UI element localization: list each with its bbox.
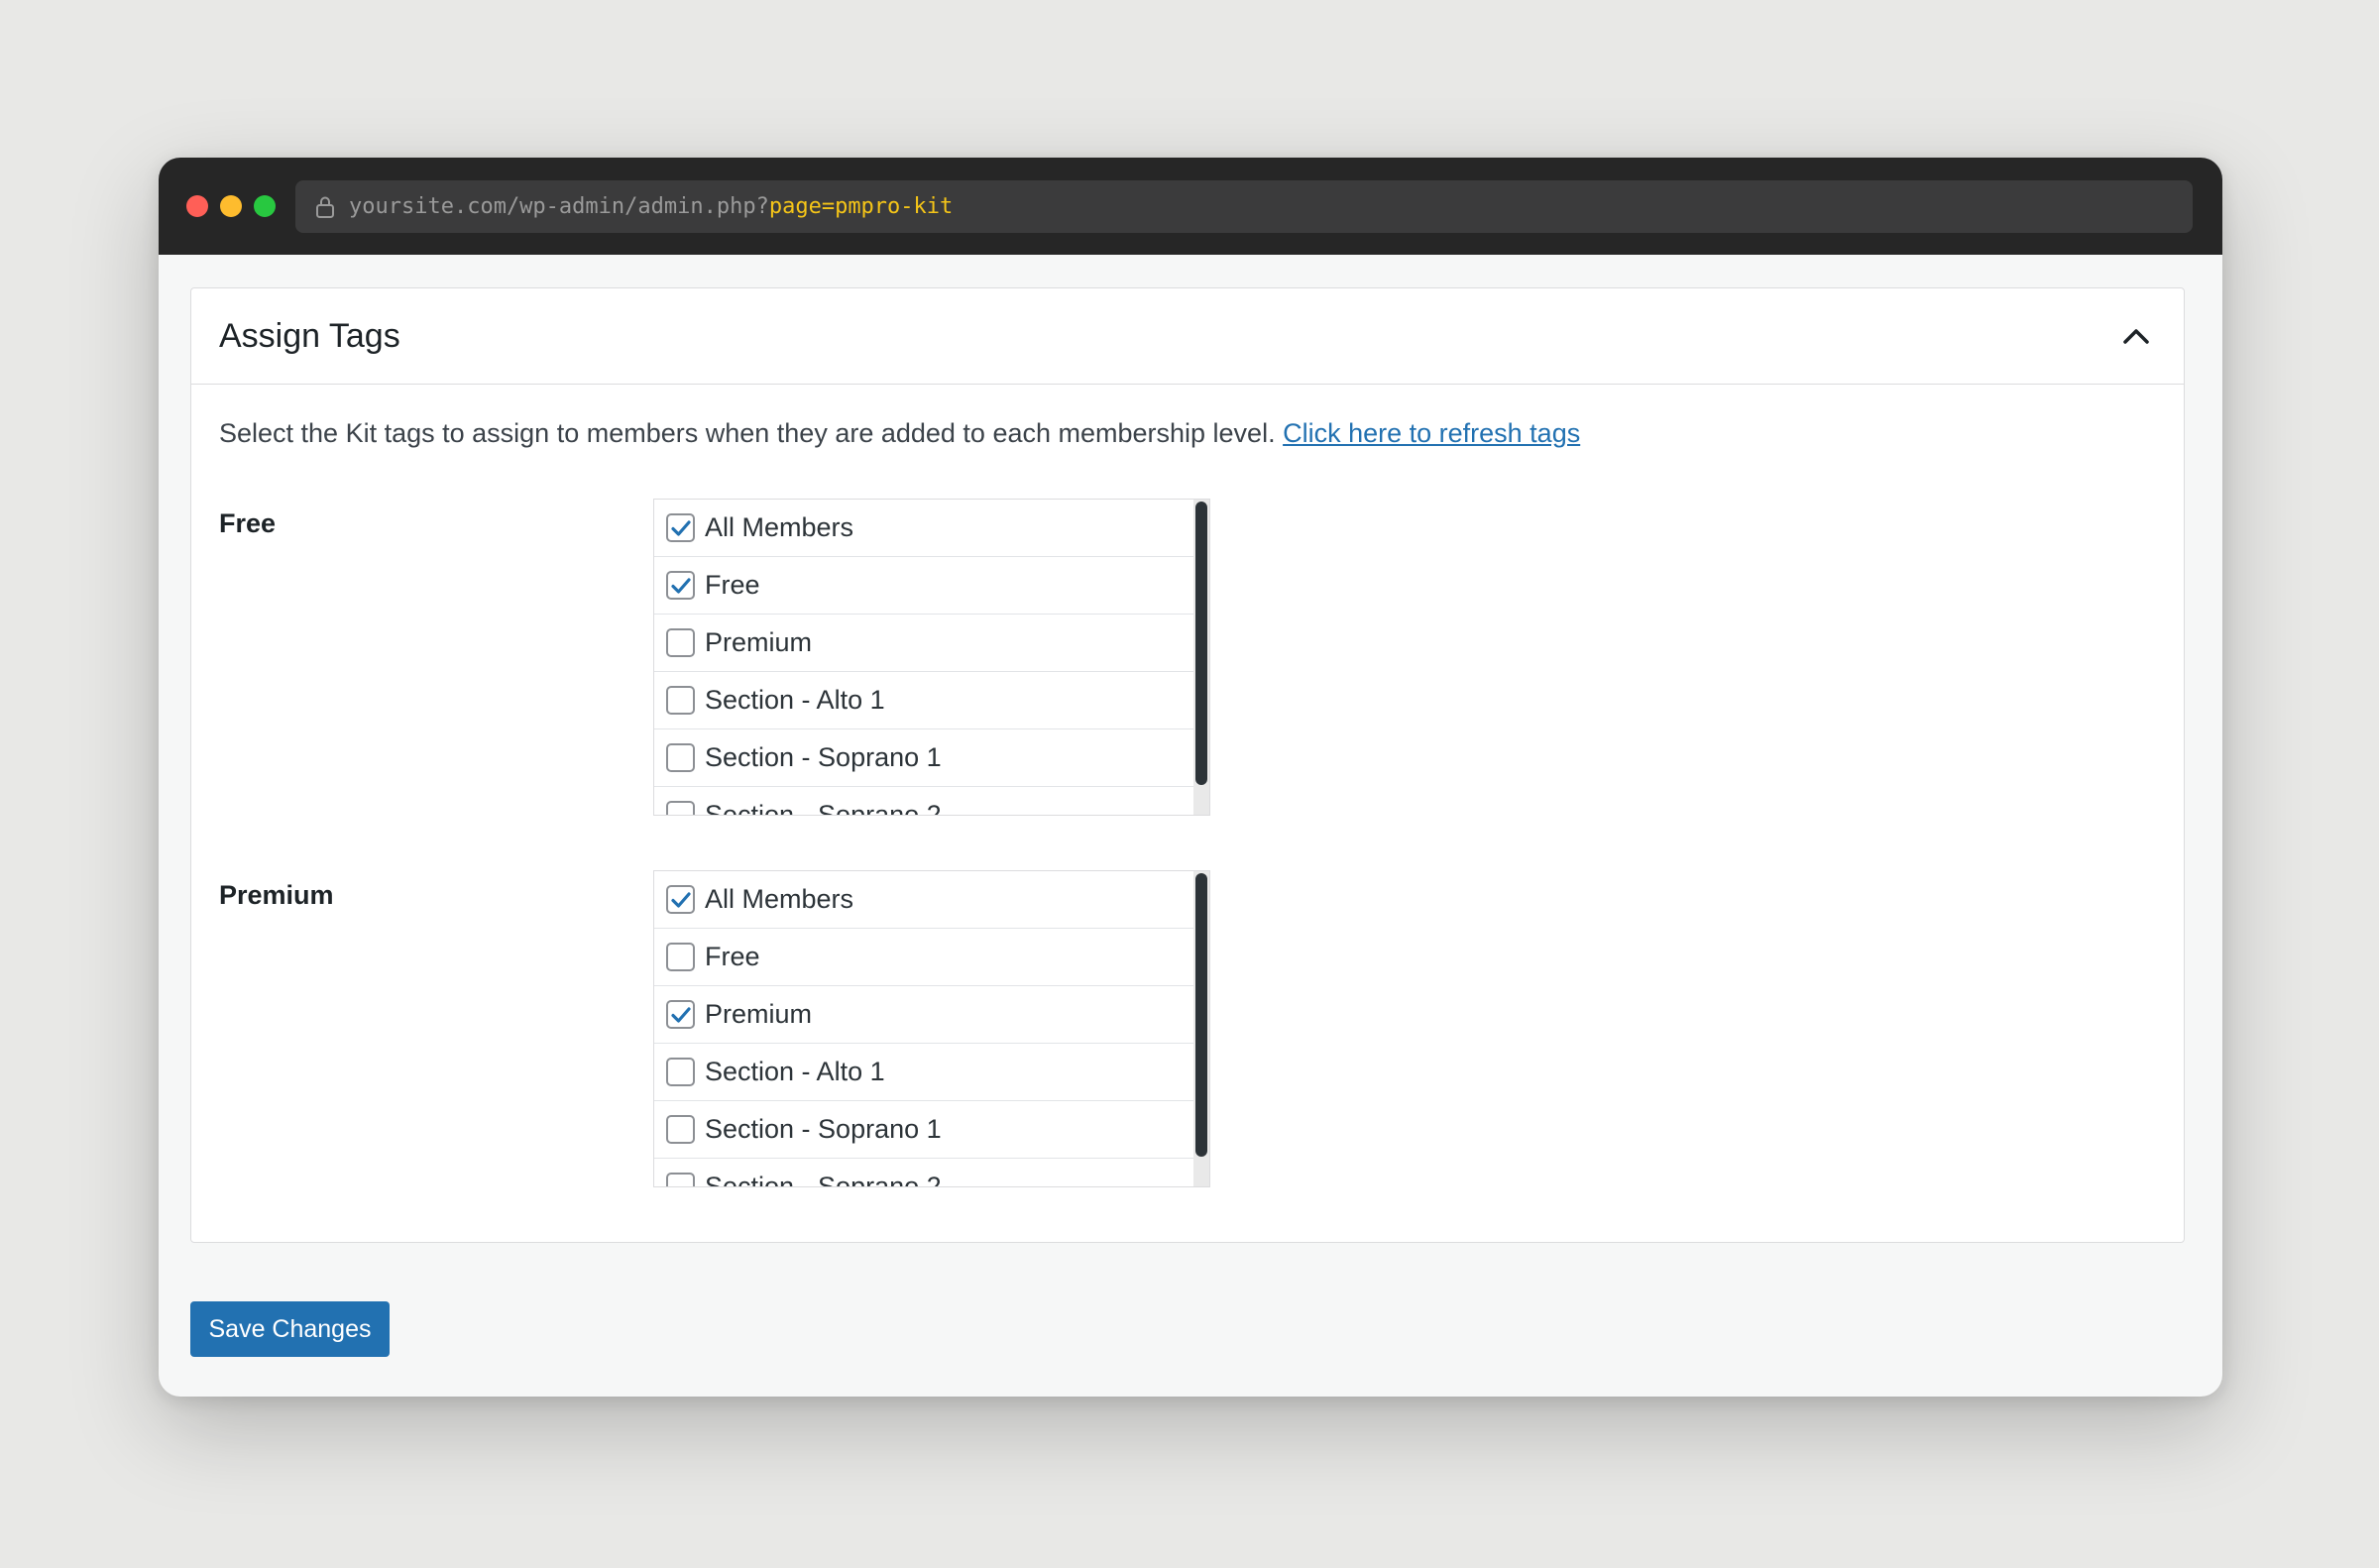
maximize-window-button[interactable] [254, 195, 276, 217]
tag-option[interactable]: Premium [654, 986, 1194, 1044]
url-text: yoursite.com/wp-admin/admin.php?page=pmp… [349, 194, 953, 219]
tag-option[interactable]: Section - Alto 1 [654, 1044, 1194, 1101]
collapse-toggle[interactable] [2116, 316, 2156, 356]
intro-text: Select the Kit tags to assign to members… [219, 418, 1284, 448]
tag-list: All Members Free Premium Section - Alto 1 Se… [654, 500, 1194, 816]
minimize-window-button[interactable] [220, 195, 242, 217]
checkmark-icon [670, 891, 691, 908]
tag-checklist-free[interactable]: All Members Free Premium Section - Alto 1 Se… [653, 499, 1210, 816]
tag-checkbox[interactable] [666, 686, 695, 715]
tag-checkbox[interactable] [666, 801, 695, 815]
tag-checkbox[interactable] [666, 885, 695, 914]
url-base: yoursite.com/wp-admin/admin.php? [349, 194, 769, 219]
tag-label: All Members [705, 884, 854, 914]
tag-checkbox[interactable] [666, 1058, 695, 1086]
tag-label: Section - Soprano 2 [705, 800, 942, 816]
browser-titlebar: yoursite.com/wp-admin/admin.php?page=pmp… [159, 158, 2222, 255]
tag-label: Section - Soprano 2 [705, 1172, 942, 1187]
refresh-tags-link[interactable]: Click here to refresh tags [1283, 418, 1580, 448]
checkmark-icon [670, 577, 691, 594]
chevron-up-icon [2123, 329, 2149, 344]
tag-option[interactable]: Section - Soprano 1 [654, 729, 1194, 787]
tag-option[interactable]: All Members [654, 500, 1194, 557]
level-label: Free [219, 508, 277, 538]
tag-label: Premium [705, 999, 813, 1029]
tag-label: Section - Soprano 1 [705, 742, 942, 772]
tag-label: Section - Alto 1 [705, 685, 885, 715]
scrollbar-thumb[interactable] [1195, 502, 1207, 785]
tag-checkbox[interactable] [666, 1173, 695, 1186]
tag-checkbox[interactable] [666, 513, 695, 542]
browser-window: yoursite.com/wp-admin/admin.php?page=pmp… [159, 158, 2222, 1397]
close-window-button[interactable] [186, 195, 208, 217]
level-label: Premium [219, 880, 334, 910]
panel-title: Assign Tags [219, 316, 400, 355]
tag-checklist-premium[interactable]: All Members Free Premium Section - Alto 1 Se… [653, 870, 1210, 1187]
tag-label: Free [705, 570, 760, 600]
tag-label: All Members [705, 512, 854, 542]
save-changes-button[interactable]: Save Changes [190, 1301, 390, 1357]
tag-option[interactable]: Section - Soprano 1 [654, 1101, 1194, 1159]
tag-option[interactable]: All Members [654, 871, 1194, 929]
tag-checkbox[interactable] [666, 571, 695, 600]
tag-option[interactable]: Free [654, 929, 1194, 986]
panel-header[interactable]: Assign Tags [191, 288, 2184, 385]
scrollbar-track[interactable] [1193, 871, 1209, 1186]
scrollbar-thumb[interactable] [1195, 873, 1207, 1157]
tag-checkbox[interactable] [666, 1000, 695, 1029]
tag-label: Premium [705, 627, 813, 657]
tag-label: Free [705, 942, 760, 971]
tag-checkbox[interactable] [666, 1115, 695, 1144]
address-bar[interactable]: yoursite.com/wp-admin/admin.php?page=pmp… [295, 180, 2193, 233]
tag-list: All Members Free Premium Section - Alto 1 Se… [654, 871, 1194, 1187]
checkmark-icon [670, 519, 691, 536]
tag-checkbox[interactable] [666, 743, 695, 772]
tag-option[interactable]: Section - Soprano 2 [654, 787, 1194, 816]
checkmark-icon [670, 1006, 691, 1023]
tag-label: Section - Soprano 1 [705, 1114, 942, 1144]
url-query: page=pmpro-kit [768, 194, 954, 219]
tag-option[interactable]: Premium [654, 615, 1194, 672]
scrollbar-track[interactable] [1193, 500, 1209, 815]
tag-label: Section - Alto 1 [705, 1057, 885, 1086]
tag-option[interactable]: Section - Alto 1 [654, 672, 1194, 729]
panel-description: Select the Kit tags to assign to members… [219, 418, 1580, 449]
tag-option[interactable]: Section - Soprano 2 [654, 1159, 1194, 1187]
tag-checkbox[interactable] [666, 628, 695, 657]
tag-option[interactable]: Free [654, 557, 1194, 615]
assign-tags-panel: Assign Tags Select the Kit tags to assig… [190, 287, 2185, 1243]
lock-icon [315, 195, 335, 219]
tag-checkbox[interactable] [666, 943, 695, 971]
